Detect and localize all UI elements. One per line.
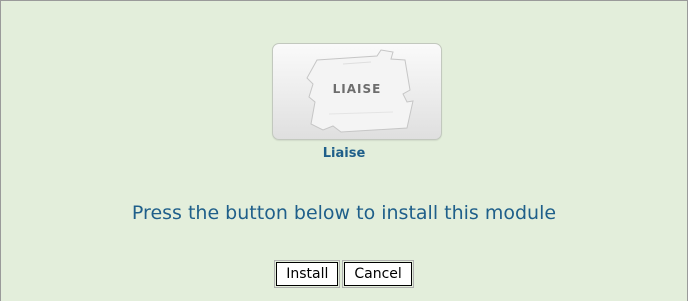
module-name: Liaise bbox=[322, 146, 366, 161]
module-logo: LIAISE bbox=[272, 43, 442, 140]
install-button[interactable]: Install bbox=[274, 260, 341, 288]
module-logo-text: LIAISE bbox=[332, 82, 382, 96]
install-instruction: Press the button below to install this m… bbox=[131, 202, 557, 224]
install-module-panel: LIAISE Liaise Press the button below to … bbox=[0, 0, 688, 301]
button-row: Install Cancel bbox=[1, 260, 687, 288]
cancel-button[interactable]: Cancel bbox=[342, 260, 414, 288]
